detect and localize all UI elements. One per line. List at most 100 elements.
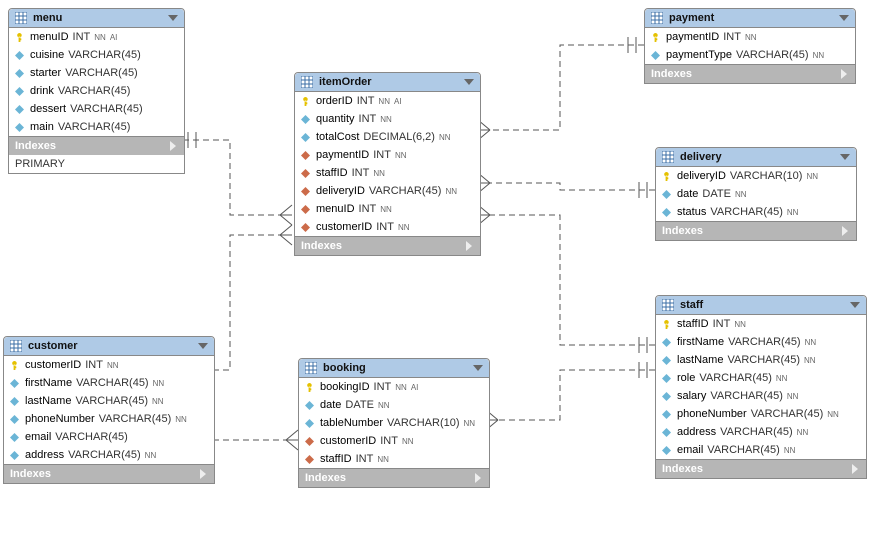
table-delivery[interactable]: delivery deliveryIDVARCHAR(10)NNdateDATE…: [655, 147, 857, 241]
column-row[interactable]: paymentTypeVARCHAR(45)NN: [645, 46, 855, 64]
indexes-bar[interactable]: Indexes: [645, 64, 855, 83]
table-payment[interactable]: payment paymentIDINTNNpaymentTypeVARCHAR…: [644, 8, 856, 84]
column-diamond-icon: [10, 451, 19, 460]
column-row[interactable]: totalCostDECIMAL(6,2)NN: [295, 128, 480, 146]
chevron-down-icon[interactable]: [839, 13, 849, 23]
table-header[interactable]: customer: [4, 337, 214, 356]
column-row[interactable]: paymentIDINTNN: [645, 28, 855, 46]
table-title: payment: [669, 12, 839, 24]
column-type: INT: [352, 167, 370, 179]
key-icon: [651, 33, 660, 42]
column-row[interactable]: salaryVARCHAR(45)NN: [656, 387, 866, 405]
column-row[interactable]: paymentIDINTNN: [295, 146, 480, 164]
column-row[interactable]: staffIDINTNN: [299, 450, 489, 468]
column-row[interactable]: dateDATENN: [299, 396, 489, 414]
column-row[interactable]: staffIDINTNN: [295, 164, 480, 182]
column-type: DECIMAL(6,2): [363, 131, 435, 143]
column-row[interactable]: starterVARCHAR(45): [9, 64, 184, 82]
column-row[interactable]: lastNameVARCHAR(45)NN: [4, 392, 214, 410]
column-row[interactable]: emailVARCHAR(45)NN: [656, 441, 866, 459]
column-tag: NN: [152, 397, 164, 406]
chevron-down-icon[interactable]: [198, 341, 208, 351]
column-tag: NN: [153, 379, 165, 388]
column-tag: NN: [175, 415, 187, 424]
column-row[interactable]: phoneNumberVARCHAR(45)NN: [4, 410, 214, 428]
column-name: customerID: [320, 435, 376, 447]
table-icon: [662, 151, 674, 163]
column-row[interactable]: dateDATENN: [656, 185, 856, 203]
column-tag: NN: [145, 451, 157, 460]
column-row[interactable]: phoneNumberVARCHAR(45)NN: [656, 405, 866, 423]
indexes-body: PRIMARY: [9, 155, 184, 173]
column-row[interactable]: firstNameVARCHAR(45)NN: [656, 333, 866, 351]
column-row[interactable]: tableNumberVARCHAR(10)NN: [299, 414, 489, 432]
indexes-bar[interactable]: Indexes: [295, 236, 480, 255]
chevron-down-icon[interactable]: [464, 77, 474, 87]
column-row[interactable]: customerIDINTNN: [295, 218, 480, 236]
indexes-bar[interactable]: Indexes: [656, 459, 866, 478]
table-itemOrder[interactable]: itemOrder orderIDINTNNAIquantityINTNNtot…: [294, 72, 481, 256]
column-row[interactable]: statusVARCHAR(45)NN: [656, 203, 856, 221]
column-row[interactable]: lastNameVARCHAR(45)NN: [656, 351, 866, 369]
column-row[interactable]: deliveryIDVARCHAR(10)NN: [656, 167, 856, 185]
key-icon: [301, 97, 310, 106]
table-customer[interactable]: customer customerIDINTNNfirstNameVARCHAR…: [3, 336, 215, 484]
column-tag: NN: [94, 33, 106, 42]
column-tag: NN: [398, 223, 410, 232]
fk-diamond-icon: [301, 187, 310, 196]
table-title: customer: [28, 340, 198, 352]
chevron-down-icon[interactable]: [168, 13, 178, 23]
column-type: DATE: [345, 399, 374, 411]
column-row[interactable]: addressVARCHAR(45)NN: [656, 423, 866, 441]
column-name: customerID: [25, 359, 81, 371]
chevron-down-icon[interactable]: [850, 300, 860, 310]
column-row[interactable]: quantityINTNN: [295, 110, 480, 128]
column-row[interactable]: drinkVARCHAR(45): [9, 82, 184, 100]
column-name: dessert: [30, 103, 66, 115]
column-row[interactable]: emailVARCHAR(45): [4, 428, 214, 446]
column-row[interactable]: staffIDINTNN: [656, 315, 866, 333]
column-row[interactable]: customerIDINTNN: [4, 356, 214, 374]
table-booking[interactable]: booking bookingIDINTNNAIdateDATENNtableN…: [298, 358, 490, 488]
indexes-bar[interactable]: Indexes: [656, 221, 856, 240]
table-header[interactable]: payment: [645, 9, 855, 28]
column-type: INT: [373, 149, 391, 161]
key-icon: [15, 33, 24, 42]
table-header[interactable]: menu: [9, 9, 184, 28]
column-row[interactable]: roleVARCHAR(45)NN: [656, 369, 866, 387]
column-type: VARCHAR(45): [75, 395, 148, 407]
table-header[interactable]: itemOrder: [295, 73, 480, 92]
column-row[interactable]: orderIDINTNNAI: [295, 92, 480, 110]
chevron-down-icon[interactable]: [473, 363, 483, 373]
indexes-bar[interactable]: Indexes: [299, 468, 489, 487]
column-name: email: [25, 431, 51, 443]
fk-diamond-icon: [305, 437, 314, 446]
column-type: INT: [356, 453, 374, 465]
chevron-down-icon[interactable]: [840, 152, 850, 162]
indexes-bar[interactable]: Indexes: [9, 136, 184, 155]
table-header[interactable]: booking: [299, 359, 489, 378]
column-row[interactable]: firstNameVARCHAR(45)NN: [4, 374, 214, 392]
key-icon: [662, 172, 671, 181]
er-diagram-canvas[interactable]: .rel{stroke:#555;stroke-width:1;fill:non…: [0, 0, 870, 533]
table-staff[interactable]: staff staffIDINTNNfirstNameVARCHAR(45)NN…: [655, 295, 867, 479]
column-row[interactable]: customerIDINTNN: [299, 432, 489, 450]
column-tag: NN: [439, 133, 451, 142]
column-row[interactable]: deliveryIDVARCHAR(45)NN: [295, 182, 480, 200]
column-name: drink: [30, 85, 54, 97]
table-header[interactable]: staff: [656, 296, 866, 315]
column-row[interactable]: bookingIDINTNNAI: [299, 378, 489, 396]
column-name: cuisine: [30, 49, 64, 61]
table-menu[interactable]: menu menuIDINTNNAIcuisineVARCHAR(45)star…: [8, 8, 185, 174]
chevron-right-icon: [850, 464, 860, 474]
column-row[interactable]: addressVARCHAR(45)NN: [4, 446, 214, 464]
chevron-right-icon: [839, 69, 849, 79]
column-row[interactable]: menuIDINTNNAI: [9, 28, 184, 46]
column-row[interactable]: mainVARCHAR(45): [9, 118, 184, 136]
indexes-bar[interactable]: Indexes: [4, 464, 214, 483]
column-row[interactable]: menuIDINTNN: [295, 200, 480, 218]
table-header[interactable]: delivery: [656, 148, 856, 167]
column-row[interactable]: dessertVARCHAR(45): [9, 100, 184, 118]
column-row[interactable]: cuisineVARCHAR(45): [9, 46, 184, 64]
column-diamond-icon: [662, 410, 671, 419]
